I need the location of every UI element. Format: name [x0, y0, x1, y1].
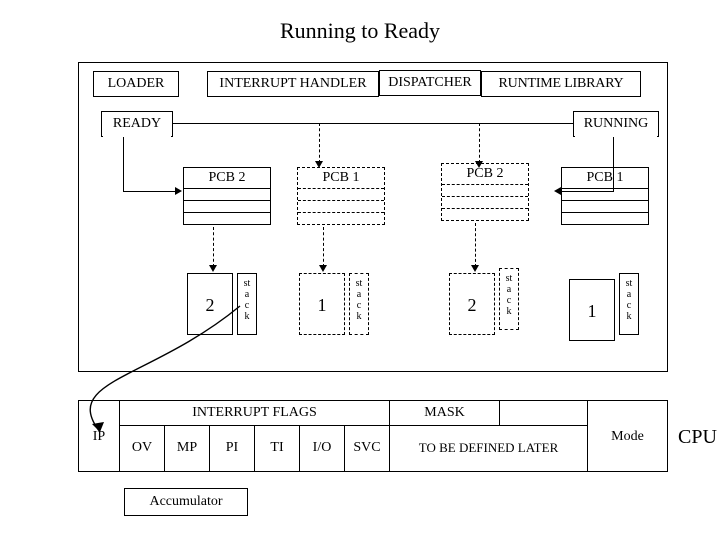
ready-arrow	[123, 137, 124, 191]
module-runtime-library: RUNTIME LIBRARY	[481, 71, 641, 97]
dashed-arrow	[319, 123, 320, 163]
ip-register: IP	[78, 400, 120, 472]
dashed-arrow-head	[319, 265, 327, 272]
pcb-label: PCB 1	[562, 168, 648, 188]
queue-connector	[173, 123, 573, 124]
dashed-arrow-head	[315, 161, 323, 168]
scheduler-diagram: LOADER INTERRUPT HANDLER DISPATCHER RUNT…	[78, 62, 668, 372]
page-title: Running to Ready	[0, 0, 720, 58]
cpu-block: IP INTERRUPT FLAGS MASK OV MP PI TI I/O …	[78, 400, 668, 472]
proc-block-dashed: 2	[449, 273, 495, 335]
stack-label: st a c k	[349, 273, 369, 335]
stack-label: st a c k	[237, 273, 257, 335]
accumulator-box: Accumulator	[124, 488, 248, 516]
running-arrow-head	[554, 187, 561, 195]
module-interrupt-handler: INTERRUPT HANDLER	[207, 71, 379, 97]
flag-io: I/O	[300, 426, 345, 472]
flag-ov: OV	[120, 426, 165, 472]
dashed-arrow	[323, 227, 324, 267]
module-dispatcher: DISPATCHER	[379, 70, 481, 96]
flag-mp: MP	[165, 426, 210, 472]
pcb-ready-solid: PCB 2	[183, 167, 271, 225]
stack-label: st a c k	[499, 268, 519, 330]
pcb-ready-dashed: PCB 1	[297, 167, 385, 225]
dashed-arrow	[475, 223, 476, 267]
pcb-label: PCB 2	[184, 168, 270, 188]
proc-block-dashed: 1	[299, 273, 345, 335]
flag-svc: SVC	[345, 426, 390, 472]
dashed-arrow	[213, 227, 214, 267]
cpu-label: CPU	[678, 426, 717, 449]
dashed-arrow-head	[475, 161, 483, 168]
dashed-arrow-head	[209, 265, 217, 272]
queue-running: RUNNING	[573, 111, 659, 137]
queue-ready: READY	[101, 111, 173, 137]
module-loader: LOADER	[93, 71, 179, 97]
ready-arrow-head	[175, 187, 182, 195]
pcb-running-dashed: PCB 2	[441, 163, 529, 221]
pcb-label: PCB 1	[298, 168, 384, 188]
mode-box: Mode	[588, 400, 668, 472]
pcb-running-solid: PCB 1	[561, 167, 649, 225]
proc-block: 1	[569, 279, 615, 341]
dashed-arrow-head	[471, 265, 479, 272]
tbdl-box: TO BE DEFINED LATER	[390, 426, 588, 472]
flag-pi: PI	[210, 426, 255, 472]
dashed-arrow	[479, 123, 480, 163]
flag-ti: TI	[255, 426, 300, 472]
ready-arrow	[123, 191, 175, 192]
proc-block: 2	[187, 273, 233, 335]
mask-header: MASK	[390, 400, 500, 426]
mask-blank	[500, 400, 588, 426]
pcb-label: PCB 2	[442, 164, 528, 184]
interrupt-flags-header: INTERRUPT FLAGS	[120, 400, 390, 426]
stack-label: st a c k	[619, 273, 639, 335]
